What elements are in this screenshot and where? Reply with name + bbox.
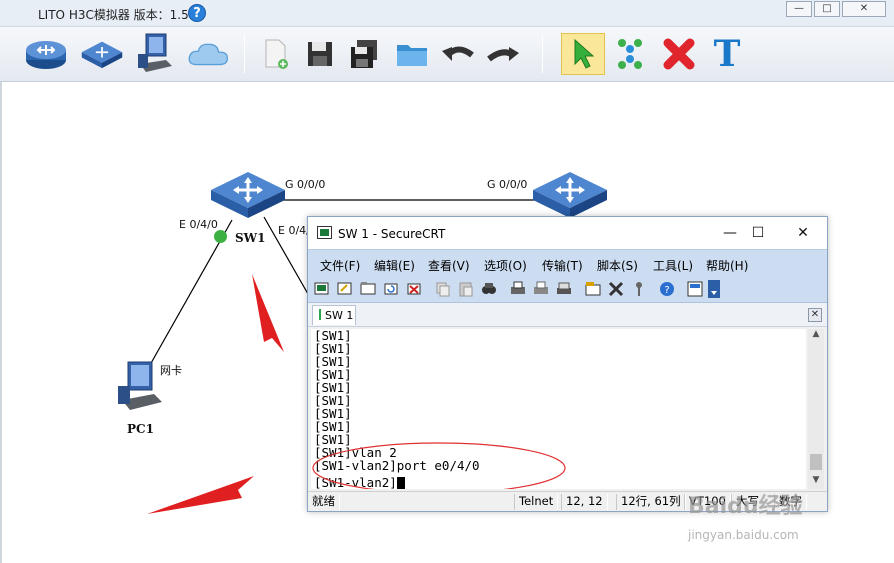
save-as-icon[interactable] (343, 33, 387, 75)
menu-tools[interactable]: 工具(L) (653, 257, 693, 274)
session-status-indicator (319, 309, 321, 320)
main-toolbar: T (0, 27, 894, 82)
securecrt-toolbar: ? (308, 277, 827, 303)
status-indicator-sw1 (214, 230, 227, 243)
connect-tab-icon[interactable] (359, 280, 377, 298)
undo-icon[interactable] (436, 33, 480, 75)
print-setup-icon[interactable] (555, 280, 573, 298)
window-title: LITO H3C模拟器 版本：1.5.2 (38, 8, 201, 22)
terminal-scrollbar[interactable]: ▲ ▼ (808, 329, 824, 489)
copy-icon[interactable] (434, 280, 452, 298)
status-rows-cols: 12行, 61列 (616, 494, 686, 510)
redo-icon[interactable] (481, 33, 525, 75)
text-tool-glyph: T (713, 33, 741, 75)
port-label-sw2-g: G 0/0/0 (487, 178, 528, 191)
connect-icon[interactable] (313, 280, 331, 298)
port-label-sw1-e-right: E 0/4/ (278, 224, 310, 237)
maximize-button[interactable]: □ (814, 1, 840, 17)
securecrt-window[interactable]: SW 1 - SecureCRT — ☐ ✕ 文件(F) 编辑(E) 查看(V)… (307, 216, 828, 512)
svg-text:?: ? (664, 285, 669, 296)
toolbar-overflow-icon[interactable] (708, 280, 720, 298)
port-label-sw1-e-left: E 0/4/0 (179, 218, 218, 231)
pc1-label: PC1 (127, 422, 154, 436)
menu-file[interactable]: 文件(F) (320, 257, 360, 274)
securecrt-minimize-button[interactable]: — (720, 225, 740, 241)
connect-icon[interactable] (608, 33, 652, 75)
reconnect-icon[interactable] (382, 280, 400, 298)
scroll-down-icon[interactable]: ▼ (808, 475, 824, 489)
red-arrow-right (147, 476, 254, 514)
help-icon[interactable]: ? (658, 280, 676, 298)
menu-help[interactable]: 帮助(H) (706, 257, 748, 274)
switch-sw1[interactable] (209, 170, 287, 224)
print-selection-icon[interactable] (532, 280, 550, 298)
help-icon[interactable]: ? (188, 4, 206, 22)
securecrt-close-button[interactable]: ✕ (793, 225, 813, 241)
securecrt-app-icon (317, 226, 332, 239)
router-icon[interactable] (24, 33, 68, 75)
simulator-app: LITO H3C模拟器 版本：1.5.2 ? — □ ✕ T SW1 PC1 网… (0, 0, 894, 563)
title-bar: LITO H3C模拟器 版本：1.5.2 ? — □ ✕ (0, 0, 894, 27)
port-label-sw1-g: G 0/0/0 (285, 178, 326, 191)
securecrt-title-bar: SW 1 - SecureCRT — ☐ ✕ (308, 217, 827, 249)
status-cursor-pos: 12, 12 (561, 494, 608, 510)
scroll-up-icon[interactable]: ▲ (808, 329, 824, 343)
scroll-thumb[interactable] (810, 454, 822, 470)
switch-icon[interactable] (80, 33, 124, 75)
red-arrow-down (252, 274, 284, 352)
text-tool-icon[interactable]: T (705, 33, 749, 75)
keymap-icon[interactable] (630, 280, 648, 298)
paste-icon[interactable] (457, 280, 475, 298)
window-controls: — □ ✕ (786, 1, 886, 17)
session-options-icon[interactable] (584, 280, 602, 298)
pc1-nic-label: 网卡 (160, 364, 182, 377)
find-icon[interactable] (480, 280, 498, 298)
status-ready: 就绪 (308, 494, 340, 510)
disconnect-icon[interactable] (405, 280, 423, 298)
minimize-button[interactable]: — (786, 1, 812, 17)
pc-pc1[interactable] (114, 358, 166, 420)
session-tab-sw1[interactable]: SW 1 (312, 305, 356, 325)
status-protocol: Telnet (514, 494, 559, 510)
select-pointer-icon[interactable] (561, 33, 605, 75)
highlight-ellipse (312, 442, 566, 489)
pc-icon[interactable] (134, 33, 178, 75)
watermark-url: jingyan.baidu.com (688, 528, 799, 542)
terminal-output[interactable]: [SW1] [SW1] [SW1] [SW1] [SW1] [SW1] [SW1… (311, 329, 806, 489)
toolbar-separator (542, 35, 543, 73)
menu-edit[interactable]: 编辑(E) (374, 257, 415, 274)
sftp-icon[interactable] (686, 280, 704, 298)
close-button[interactable]: ✕ (842, 1, 886, 17)
menu-transfer[interactable]: 传输(T) (542, 257, 583, 274)
tab-close-icon[interactable]: ✕ (808, 308, 822, 322)
save-icon[interactable] (298, 33, 342, 75)
toolbar-separator (244, 35, 245, 73)
session-tab-label: SW 1 (325, 309, 354, 322)
cloud-icon[interactable] (186, 33, 230, 75)
menu-view[interactable]: 查看(V) (428, 257, 470, 274)
watermark-brand: Baidu经验 (688, 494, 803, 519)
quick-connect-icon[interactable] (336, 280, 354, 298)
securecrt-menu-bar: 文件(F) 编辑(E) 查看(V) 选项(O) 传输(T) 脚本(S) 工具(L… (308, 249, 827, 277)
open-folder-icon[interactable] (390, 33, 434, 75)
menu-options[interactable]: 选项(O) (484, 257, 527, 274)
print-icon[interactable] (509, 280, 527, 298)
menu-script[interactable]: 脚本(S) (597, 257, 638, 274)
new-file-icon[interactable] (253, 33, 297, 75)
securecrt-maximize-button[interactable]: ☐ (748, 225, 768, 241)
sw1-label: SW1 (235, 231, 266, 245)
delete-icon[interactable] (657, 33, 701, 75)
securecrt-title: SW 1 - SecureCRT (338, 227, 446, 241)
global-options-icon[interactable] (607, 280, 625, 298)
securecrt-tab-bar: SW 1 ✕ (308, 303, 827, 327)
